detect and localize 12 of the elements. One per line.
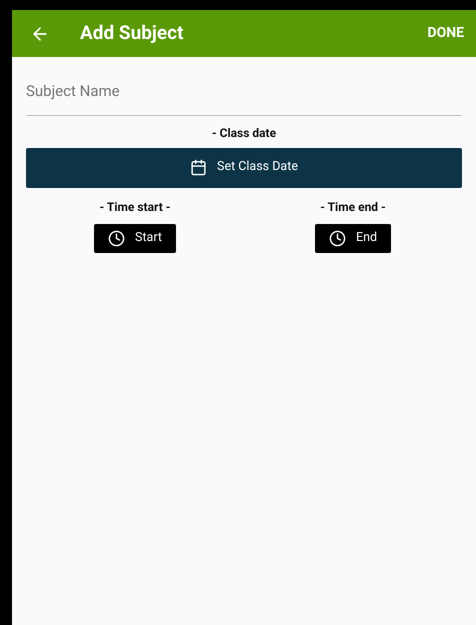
class-date-label: - Class date [212, 124, 276, 142]
time-button[interactable]: Start [94, 224, 176, 252]
set-class-date-button[interactable]: Set Class Date [26, 148, 462, 188]
clock-icon [108, 230, 126, 246]
time-button[interactable]: End [314, 224, 392, 252]
time-label: - Time end - [320, 198, 386, 216]
subject-name-field[interactable]: Subject Name [26, 80, 462, 116]
done-button[interactable]: DONE [427, 23, 464, 44]
screen-title: Add Subject [80, 20, 184, 46]
time-label: - Time start - [100, 198, 170, 216]
calendar-icon [190, 159, 208, 176]
clock-icon [328, 230, 346, 246]
